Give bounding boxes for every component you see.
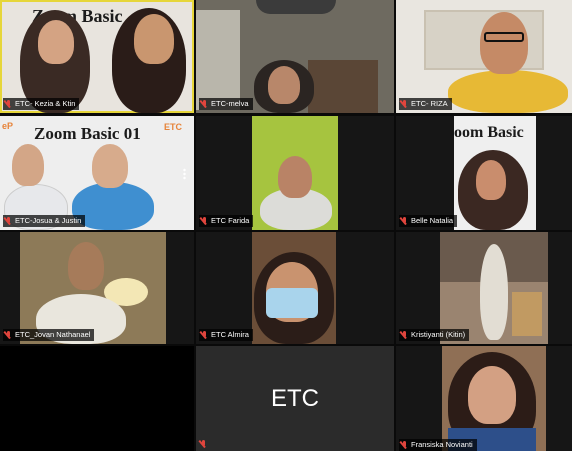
mic-muted-icon (401, 99, 408, 109)
more-options-icon[interactable] (183, 168, 186, 180)
participant-name: ETC_Jovan Nathanael (15, 330, 91, 339)
participant-name-label: ETC Farida (199, 215, 254, 227)
participant-video: eP Zoom Basic 01 ETC (0, 116, 194, 230)
participant-name: ETC- Kezia & Ktin (15, 99, 76, 108)
participant-name: Fransiska Novianti (411, 440, 473, 449)
etc-logo-left: eP (2, 121, 14, 131)
participant-name-label: Fransiska Novianti (399, 439, 477, 451)
gallery-view: Zoom Basic ETC- Kezia & Ktin ETC-melva E… (0, 0, 572, 451)
mic-muted-icon (401, 216, 408, 226)
person-face (476, 160, 506, 200)
window-light (196, 10, 240, 110)
participant-tile-farida[interactable]: ETC Farida (196, 116, 394, 230)
participant-name: Belle Natalia (411, 216, 454, 225)
participant-video (396, 0, 572, 113)
participant-tile-josua-justin[interactable]: eP Zoom Basic 01 ETC ETC-Josua & Justin (0, 116, 194, 230)
mic-muted-icon (201, 216, 208, 226)
person-face (480, 12, 528, 74)
participant-name: ETC- RIZA (411, 99, 448, 108)
participant-placeholder-name: ETC (271, 384, 319, 412)
participant-tile-etc[interactable]: ETC (196, 346, 394, 451)
participant-tile-empty (0, 346, 194, 451)
mic-muted-icon (5, 330, 12, 340)
person-face (12, 144, 44, 186)
chair (512, 292, 542, 336)
person-face (134, 14, 174, 64)
participant-name-label: Belle Natalia (399, 215, 458, 227)
mic-muted-icon (5, 99, 12, 109)
mic-muted-icon (401, 440, 408, 450)
participant-video (440, 232, 548, 344)
participant-name: ETC-Josua & Justin (15, 216, 82, 225)
participant-video (20, 232, 166, 344)
mic-muted-icon (401, 330, 408, 340)
face-mask (266, 288, 318, 318)
mic-muted-icon (200, 440, 207, 449)
participant-name: Kristiyanti (Kitin) (411, 330, 466, 339)
participant-video (252, 116, 338, 230)
person-face (268, 66, 300, 104)
participant-name-label: ETC Almira (199, 329, 253, 341)
participant-name-label: ETC-Josua & Justin (3, 215, 86, 227)
participant-tile-fransiska[interactable]: Fransiska Novianti (396, 346, 572, 451)
person-silhouette (448, 70, 568, 113)
mic-muted-icon (5, 216, 12, 226)
participant-tile-almira[interactable]: ETC Almira (196, 232, 394, 344)
participant-name: ETC Farida (211, 216, 250, 225)
participant-video (252, 232, 336, 344)
person-face (278, 156, 312, 198)
shelf (308, 60, 378, 113)
zoom-basic-banner: oom Basic (454, 124, 524, 141)
mic-muted-icon (201, 99, 208, 109)
ceiling-fan (256, 0, 336, 14)
participant-name: ETC-melva (211, 99, 249, 108)
participant-video: Zoom Basic (0, 0, 194, 113)
glasses (484, 32, 524, 42)
participant-name-label: ETC_Jovan Nathanael (3, 329, 95, 341)
participant-name: ETC Almira (211, 330, 249, 339)
participant-name-label: ETC- RIZA (399, 98, 452, 110)
participant-tile-riza[interactable]: ETC- RIZA (396, 0, 572, 113)
participant-video: oom Basic (454, 116, 536, 230)
participant-video (442, 346, 546, 451)
participant-tile-belle-natalia[interactable]: oom Basic Belle Natalia (396, 116, 572, 230)
person-face (468, 366, 516, 424)
etc-logo-right: ETC (164, 122, 182, 132)
person-face (92, 144, 128, 188)
participant-name-label: ETC-melva (199, 98, 253, 110)
person-face (38, 20, 74, 64)
participant-tile-jovan[interactable]: ETC_Jovan Nathanael (0, 232, 194, 344)
participant-video (196, 0, 394, 113)
mic-muted-icon (201, 330, 208, 340)
person-face (68, 242, 104, 290)
participant-name-label: Kristiyanti (Kitin) (399, 329, 470, 341)
participant-tile-kristiyanti[interactable]: Kristiyanti (Kitin) (396, 232, 572, 344)
participant-tile-melva[interactable]: ETC-melva (196, 0, 394, 113)
person-silhouette (480, 244, 508, 340)
zoom-basic-banner: Zoom Basic 01 (34, 124, 141, 143)
participant-tile-kezia-ktin[interactable]: Zoom Basic ETC- Kezia & Ktin (0, 0, 194, 113)
participant-name-label: ETC- Kezia & Ktin (3, 98, 80, 110)
